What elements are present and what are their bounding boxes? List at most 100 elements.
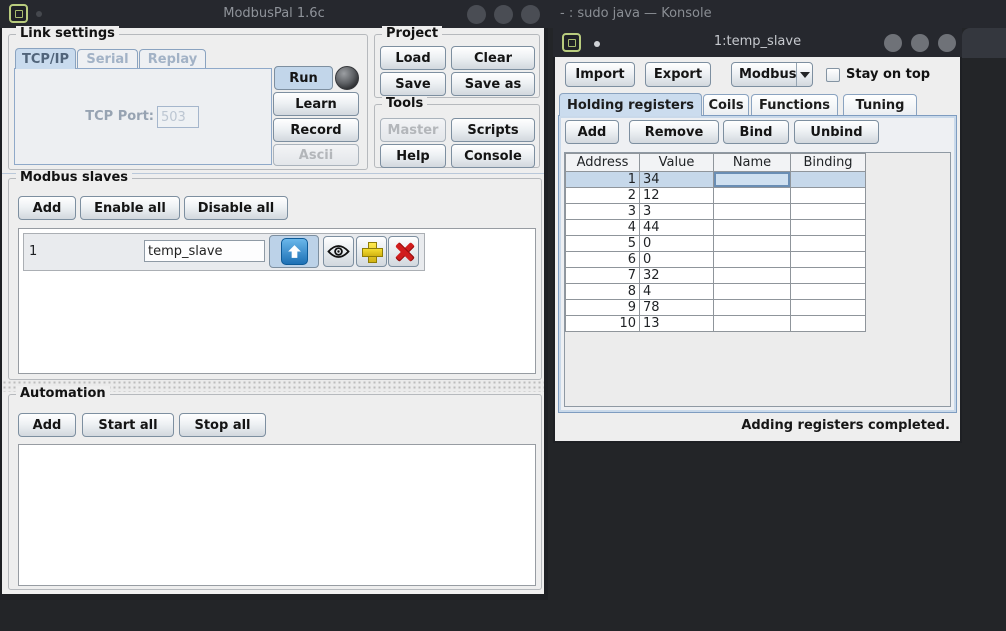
cell-address[interactable]: 7	[566, 268, 640, 284]
cell-value[interactable]: 44	[640, 220, 714, 236]
automation-add-button[interactable]: Add	[18, 413, 76, 437]
cell-binding[interactable]	[791, 188, 866, 204]
tcp-port-input[interactable]	[157, 106, 199, 128]
start-all-button[interactable]: Start all	[82, 413, 174, 437]
cell-address[interactable]: 3	[566, 204, 640, 220]
slave-enabled-toggle[interactable]	[269, 235, 319, 268]
window-control-button[interactable]	[521, 5, 540, 24]
window-control-button[interactable]	[467, 5, 486, 24]
table-row[interactable]: 33	[566, 204, 866, 220]
register-unbind-button[interactable]: Unbind	[794, 120, 879, 144]
help-button[interactable]: Help	[380, 144, 446, 168]
cell-value[interactable]: 34	[640, 172, 714, 188]
cell-value[interactable]: 4	[640, 284, 714, 300]
cell-value[interactable]: 78	[640, 300, 714, 316]
master-button[interactable]: Master	[380, 118, 446, 142]
slave-name-input[interactable]	[144, 240, 265, 262]
window-control-button[interactable]	[911, 34, 929, 52]
cell-value[interactable]: 13	[640, 316, 714, 332]
cell-address[interactable]: 6	[566, 252, 640, 268]
tab-replay[interactable]: Replay	[139, 49, 206, 69]
table-row[interactable]: 212	[566, 188, 866, 204]
cell-value[interactable]: 0	[640, 252, 714, 268]
stay-on-top-checkbox[interactable]	[826, 68, 840, 82]
table-row[interactable]: 978	[566, 300, 866, 316]
cell-binding[interactable]	[791, 316, 866, 332]
table-row[interactable]: 60	[566, 252, 866, 268]
ascii-button[interactable]: Ascii	[273, 144, 359, 166]
tab-serial[interactable]: Serial	[77, 49, 138, 69]
table-row[interactable]: 50	[566, 236, 866, 252]
load-button[interactable]: Load	[380, 46, 446, 70]
tab-coils[interactable]: Coils	[703, 94, 749, 116]
window-control-button[interactable]	[884, 34, 902, 52]
cell-name[interactable]	[714, 188, 791, 204]
cell-value[interactable]: 12	[640, 188, 714, 204]
cell-binding[interactable]	[791, 204, 866, 220]
column-header-binding[interactable]: Binding	[791, 154, 866, 172]
window-control-button[interactable]	[938, 34, 956, 52]
cell-name[interactable]	[714, 236, 791, 252]
save-button[interactable]: Save	[380, 72, 446, 96]
table-row[interactable]: 732	[566, 268, 866, 284]
cell-address[interactable]: 10	[566, 316, 640, 332]
cell-address[interactable]: 9	[566, 300, 640, 316]
window-control-button[interactable]	[494, 5, 513, 24]
clear-button[interactable]: Clear	[451, 46, 535, 70]
cell-binding[interactable]	[791, 236, 866, 252]
cell-value[interactable]: 32	[640, 268, 714, 284]
export-button[interactable]: Export	[645, 62, 711, 87]
cell-name[interactable]	[714, 204, 791, 220]
tab-holding-registers[interactable]: Holding registers	[559, 93, 702, 116]
cell-address[interactable]: 2	[566, 188, 640, 204]
stop-all-button[interactable]: Stop all	[179, 413, 266, 437]
import-button[interactable]: Import	[565, 62, 635, 87]
registers-scrollpane[interactable]: Address Value Name Binding 1342123344450…	[564, 152, 951, 407]
cell-name[interactable]	[714, 220, 791, 236]
cell-address[interactable]: 1	[566, 172, 640, 188]
add-automation-button[interactable]	[356, 236, 387, 267]
table-row[interactable]: 444	[566, 220, 866, 236]
cell-name[interactable]	[714, 268, 791, 284]
cell-address[interactable]: 4	[566, 220, 640, 236]
cell-binding[interactable]	[791, 284, 866, 300]
cell-value[interactable]: 0	[640, 236, 714, 252]
table-row[interactable]: 134	[566, 172, 866, 188]
cell-binding[interactable]	[791, 220, 866, 236]
column-header-value[interactable]: Value	[640, 154, 714, 172]
cell-binding[interactable]	[791, 300, 866, 316]
cell-binding[interactable]	[791, 268, 866, 284]
cell-binding[interactable]	[791, 252, 866, 268]
record-button[interactable]: Record	[273, 118, 359, 142]
disable-all-button[interactable]: Disable all	[184, 196, 288, 220]
tab-tcpip[interactable]: TCP/IP	[15, 48, 76, 69]
register-add-button[interactable]: Add	[565, 120, 619, 144]
run-button[interactable]: Run	[274, 66, 333, 90]
learn-button[interactable]: Learn	[273, 92, 359, 116]
save-as-button[interactable]: Save as	[451, 72, 535, 96]
mode-combobox[interactable]: Modbus	[731, 62, 813, 87]
cell-name[interactable]	[714, 284, 791, 300]
tab-functions[interactable]: Functions	[751, 94, 838, 116]
enable-all-button[interactable]: Enable all	[80, 196, 180, 220]
slave-add-button[interactable]: Add	[18, 196, 76, 220]
table-row[interactable]: 1013	[566, 316, 866, 332]
cell-value[interactable]: 3	[640, 204, 714, 220]
column-header-name[interactable]: Name	[714, 154, 791, 172]
register-bind-button[interactable]: Bind	[723, 120, 789, 144]
cell-name[interactable]	[714, 252, 791, 268]
cell-name[interactable]	[714, 316, 791, 332]
delete-slave-button[interactable]	[388, 236, 419, 267]
cell-binding[interactable]	[791, 172, 866, 188]
view-slave-button[interactable]	[323, 236, 354, 267]
table-row[interactable]: 84	[566, 284, 866, 300]
console-button[interactable]: Console	[451, 144, 535, 168]
column-header-address[interactable]: Address	[566, 154, 640, 172]
cell-address[interactable]: 5	[566, 236, 640, 252]
register-remove-button[interactable]: Remove	[629, 120, 719, 144]
cell-name[interactable]	[714, 172, 791, 188]
cell-address[interactable]: 8	[566, 284, 640, 300]
cell-name[interactable]	[714, 300, 791, 316]
tab-tuning[interactable]: Tuning	[843, 94, 917, 116]
scripts-button[interactable]: Scripts	[451, 118, 535, 142]
